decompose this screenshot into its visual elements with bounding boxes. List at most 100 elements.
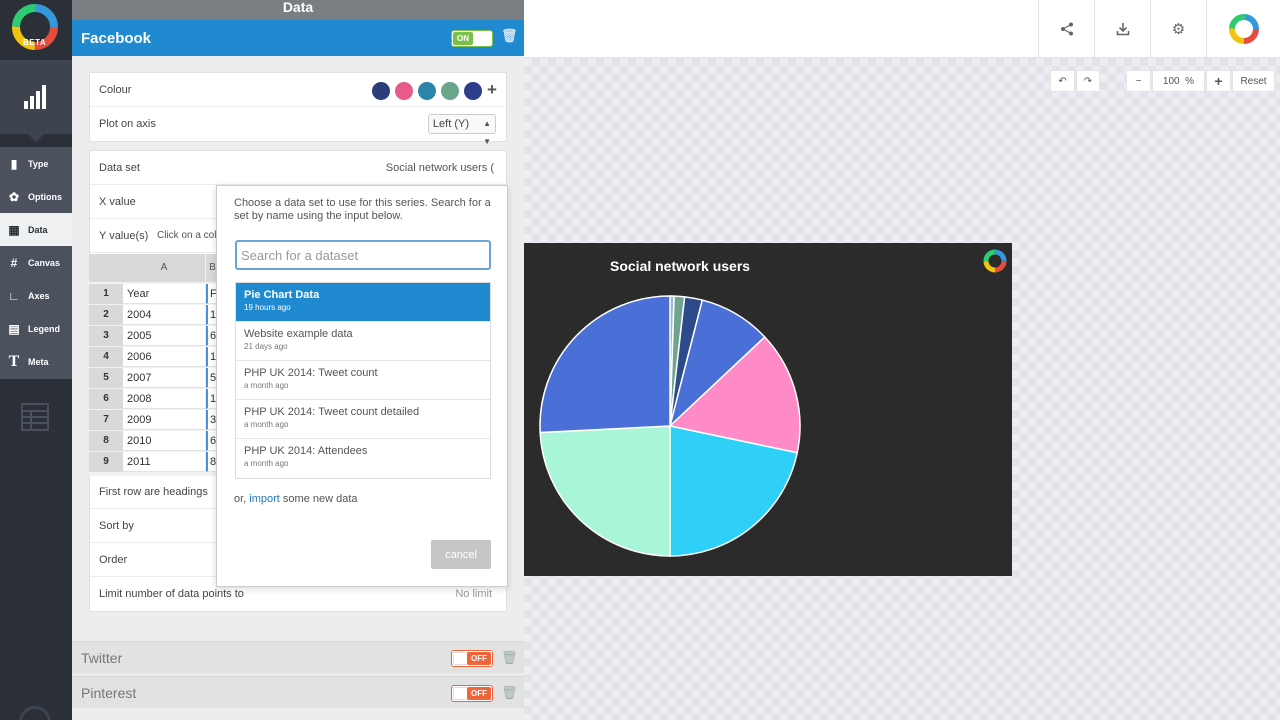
dataset-name: PHP UK 2014: Attendees — [244, 445, 368, 457]
table-icon: ▦ — [8, 222, 20, 237]
add-colour-button[interactable]: + — [487, 73, 497, 107]
plot-axis-select[interactable]: Left (Y) ▲ ▼ — [427, 114, 496, 146]
row-header[interactable]: 8 — [89, 431, 123, 451]
toggle-label: OFF — [467, 652, 491, 665]
redo-button[interactable]: ↷ — [1076, 70, 1100, 92]
chart-mode-button[interactable] — [0, 60, 72, 134]
dataset-time: 19 hours ago — [244, 303, 291, 312]
user-icon[interactable] — [19, 706, 51, 720]
sheet-corner — [89, 254, 123, 282]
rail-item-label: Meta — [28, 357, 49, 367]
sheet-cell[interactable]: 2011 — [123, 452, 205, 472]
chart-preview[interactable]: Social network users — [524, 243, 1012, 576]
series-style-card: Colour + Plot on axis Left (Y) ▲ ▼ — [89, 72, 507, 146]
axes-icon: ∟ — [8, 288, 20, 303]
reset-zoom-button[interactable]: Reset — [1232, 70, 1275, 92]
dataset-time: a month ago — [244, 459, 289, 468]
dataset-option[interactable]: Pie Chart Data 19 hours ago — [236, 283, 490, 322]
dataset-option[interactable]: Website example data 21 days ago — [236, 322, 490, 361]
row-header[interactable]: 5 — [89, 368, 123, 388]
colour-swatch[interactable] — [441, 82, 459, 100]
pie-chart[interactable] — [524, 243, 1012, 576]
import-suffix: some new data — [282, 493, 358, 505]
brand-logo-button[interactable] — [1206, 0, 1280, 58]
series-name: Facebook — [81, 29, 152, 47]
pie-slice[interactable] — [539, 425, 671, 557]
plot-axis-value: Left (Y) — [432, 118, 469, 130]
rail-item-label: Data — [28, 224, 48, 235]
rail-item-label: Canvas — [28, 257, 61, 268]
trash-icon[interactable]: 🗑 — [501, 28, 518, 44]
trash-icon[interactable]: 🗑 — [501, 642, 518, 674]
row-header[interactable]: 2 — [89, 305, 123, 325]
data-sheet: A B 1 Year F 2 2004 1 3 2005 6 4 2006 1 5 2007 5 6 2008 1… — [89, 254, 219, 476]
dataset-list: Pie Chart Data 19 hours ago Website exam… — [235, 282, 491, 479]
sheet-cell[interactable]: 2007 — [123, 368, 205, 388]
sheet-cell[interactable]: 2008 — [123, 389, 205, 409]
trash-icon[interactable]: 🗑 — [501, 677, 518, 709]
bar-chart-icon: ▮ — [10, 156, 18, 171]
zoom-level[interactable]: 100 % — [1152, 70, 1205, 92]
dataset-option[interactable]: PHP UK 2014: Tweet count detailed a mont… — [236, 400, 490, 439]
column-header-a[interactable]: A — [123, 254, 205, 282]
colour-swatch[interactable] — [372, 82, 390, 100]
dataset-name: PHP UK 2014: Tweet count detailed — [244, 406, 420, 418]
rail-item-canvas[interactable]: # Canvas — [0, 246, 72, 279]
colour-swatch[interactable] — [395, 82, 413, 100]
zoom-in-button[interactable]: + — [1206, 70, 1231, 92]
row-header[interactable]: 1 — [89, 284, 123, 304]
sheet-cell[interactable]: 2009 — [123, 410, 205, 430]
rail-item-axes[interactable]: ∟ Axes — [0, 279, 72, 312]
series-header-twitter[interactable]: Twitter OFF 🗑 — [72, 641, 524, 673]
series-name: Twitter — [81, 650, 123, 666]
rail-item-options[interactable]: ✿ Options — [0, 180, 72, 213]
rail-item-type[interactable]: ▮ Type — [0, 147, 72, 180]
dataset-option[interactable]: PHP UK 2014: Tweet count a month ago — [236, 361, 490, 400]
pie-slice[interactable] — [539, 295, 671, 434]
dataset-row[interactable]: Data set Social network users ( — [90, 151, 506, 185]
row-header[interactable]: 7 — [89, 410, 123, 430]
dataset-search-input[interactable] — [235, 240, 491, 270]
undo-button[interactable]: ↶ — [1050, 70, 1075, 92]
sheet-cell[interactable]: 2010 — [123, 431, 205, 451]
row-header[interactable]: 9 — [89, 452, 123, 472]
dataset-time: 21 days ago — [244, 342, 288, 351]
series-toggle[interactable]: ON — [451, 30, 493, 47]
cancel-button[interactable]: cancel — [431, 540, 491, 569]
colour-swatch[interactable] — [418, 82, 436, 100]
plot-axis-row: Plot on axis Left (Y) ▲ ▼ — [90, 107, 506, 146]
app-rail: BETA ▮ Type ✿ Options ▦ Data # Canvas ∟ … — [0, 0, 72, 720]
series-toggle[interactable]: OFF — [451, 650, 493, 667]
sheet-cell[interactable]: 2004 — [123, 305, 205, 325]
rail-item-data[interactable]: ▦ Data — [0, 213, 72, 246]
dataset-name: Pie Chart Data — [244, 289, 320, 301]
colour-label: Colour — [99, 84, 132, 96]
picker-intro: Choose a data set to use for this series… — [234, 197, 491, 222]
import-link[interactable]: import — [249, 493, 280, 505]
rail-item-legend[interactable]: ▤ Legend — [0, 312, 72, 345]
sheet-cell[interactable]: Year — [123, 284, 205, 304]
rail-item-meta[interactable]: T Meta — [0, 345, 72, 379]
settings-button[interactable]: ⚙ — [1150, 0, 1206, 58]
download-button[interactable] — [1094, 0, 1150, 58]
share-button[interactable] — [1038, 0, 1094, 58]
table-mode-icon[interactable] — [21, 403, 49, 431]
sort-label: Sort by — [99, 520, 134, 532]
colour-swatch[interactable] — [464, 82, 482, 100]
series-toggle[interactable]: OFF — [451, 685, 493, 702]
series-header-pinterest[interactable]: Pinterest OFF 🗑 — [72, 676, 524, 708]
row-header[interactable]: 6 — [89, 389, 123, 409]
zoom-out-button[interactable]: − — [1126, 70, 1151, 92]
series-header-facebook[interactable]: Facebook ON 🗑 — [72, 20, 524, 56]
rail-item-label: Axes — [28, 290, 50, 301]
sheet-cell[interactable]: 2006 — [123, 347, 205, 367]
dataset-option[interactable]: PHP UK 2014: Attendees a month ago — [236, 439, 490, 478]
rail-item-label: Type — [28, 158, 49, 169]
dataset-value[interactable]: Social network users ( — [386, 151, 494, 185]
sheet-cell[interactable]: 2005 — [123, 326, 205, 346]
dataset-time: a month ago — [244, 420, 289, 429]
panel-title: Data — [72, 0, 524, 20]
row-header[interactable]: 4 — [89, 347, 123, 367]
row-header[interactable]: 3 — [89, 326, 123, 346]
toggle-label: OFF — [467, 687, 491, 700]
